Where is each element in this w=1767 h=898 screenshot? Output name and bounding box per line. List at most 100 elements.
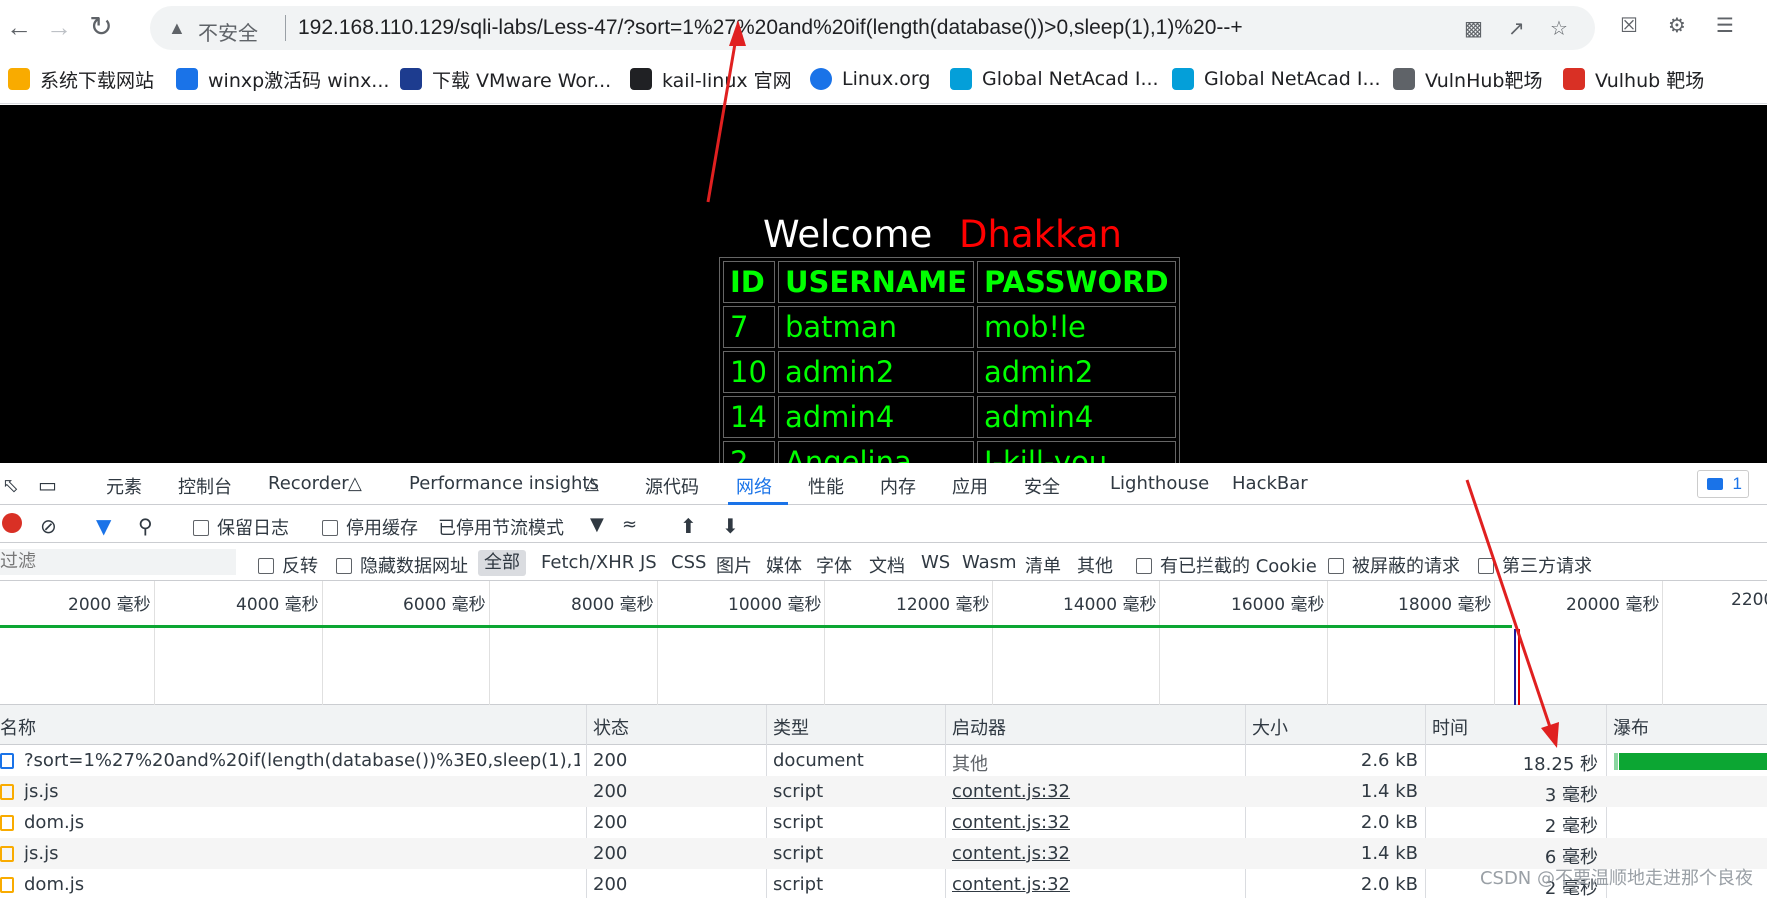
filter-type-xhr[interactable]: Fetch/XHR (541, 552, 634, 573)
bookmark-item[interactable]: 下载 VMware Wor... (400, 66, 611, 92)
bookmark-label: Global NetAcad I... (982, 68, 1159, 90)
extensions-puzzle-icon[interactable]: ⚙ (1668, 13, 1686, 38)
bookmark-item[interactable]: VulnHub靶场 (1393, 66, 1542, 92)
overview-gridline (1662, 581, 1663, 705)
back-icon[interactable]: ← (4, 12, 34, 42)
bookmark-icon (630, 68, 652, 90)
bookmark-item[interactable]: Global NetAcad I... (1172, 66, 1381, 92)
table-cell: admin4 (778, 396, 974, 438)
column-header-waterfall[interactable]: 瀑布 (1613, 714, 1649, 740)
filter-type-all[interactable]: 全部 (478, 550, 526, 576)
column-header-status[interactable]: 状态 (593, 714, 629, 740)
bookmark-item[interactable]: Global NetAcad I... (950, 66, 1159, 92)
filter-type-font[interactable]: 字体 (816, 552, 852, 578)
tab-performance-insights[interactable]: Performance insights (409, 473, 599, 494)
tab-sources[interactable]: 源代码 (645, 473, 699, 499)
checkbox-label: 被屏蔽的请求 (1352, 556, 1460, 577)
filter-icon[interactable]: ▼ (96, 514, 111, 538)
filter-type-js[interactable]: JS (640, 552, 657, 573)
request-initiator-link[interactable]: content.js:32 (952, 781, 1070, 802)
tab-lighthouse[interactable]: Lighthouse (1110, 473, 1209, 494)
users-table: ID USERNAME PASSWORD 7 batman mob!le 10 … (719, 257, 1180, 463)
column-header-time[interactable]: 时间 (1432, 714, 1468, 740)
bookmark-item[interactable]: Vulhub 靶场 (1563, 66, 1704, 92)
network-conditions-icon[interactable]: ≈ (622, 514, 637, 535)
overview-gridline (1159, 581, 1160, 705)
invert-checkbox[interactable]: 反转 (258, 552, 318, 578)
tab-performance[interactable]: 性能 (808, 473, 844, 499)
tab-memory[interactable]: 内存 (880, 473, 916, 499)
bookmark-item[interactable]: Linux.org (810, 66, 930, 92)
request-status: 200 (593, 812, 628, 833)
filter-type-wasm[interactable]: Wasm (962, 552, 1017, 573)
tab-console[interactable]: 控制台 (178, 473, 232, 499)
tab-application[interactable]: 应用 (952, 473, 988, 499)
request-size: 1.4 kB (1360, 843, 1418, 864)
tab-hackbar[interactable]: HackBar (1232, 473, 1308, 494)
hide-data-urls-checkbox[interactable]: 隐藏数据网址 (336, 552, 468, 578)
filter-input[interactable]: 过滤 (0, 549, 236, 575)
chevron-down-icon[interactable]: ▼ (590, 514, 604, 535)
bookmark-item[interactable]: 系统下载网站 (8, 66, 154, 92)
request-time: 3 毫秒 (1544, 785, 1598, 806)
export-har-icon[interactable]: ⬇ (722, 514, 739, 538)
bookmark-item[interactable]: kail-linux 官网 (630, 66, 792, 92)
bookmark-item[interactable]: winxp激活码 winx... (176, 66, 389, 92)
bookmark-icon (176, 68, 198, 90)
inspect-element-icon[interactable]: ⬁ (2, 473, 19, 497)
issues-badge[interactable]: 1 (1697, 470, 1749, 498)
filter-type-css[interactable]: CSS (671, 552, 706, 573)
filter-type-ws[interactable]: WS (921, 552, 950, 573)
request-initiator-link[interactable]: content.js:32 (952, 874, 1070, 895)
column-header-type[interactable]: 类型 (773, 714, 809, 740)
blocked-requests-checkbox[interactable]: 被屏蔽的请求 (1328, 552, 1460, 578)
dom-content-loaded-marker (1514, 629, 1516, 705)
blocked-cookies-checkbox[interactable]: 有已拦截的 Cookie (1136, 552, 1317, 578)
tab-elements[interactable]: 元素 (106, 473, 142, 499)
overview-tick-label: 14000 毫秒 (1063, 595, 1157, 615)
extension-x-icon[interactable]: ☒ (1620, 13, 1638, 38)
request-row[interactable]: js.js 200 script content.js:32 1.4 kB 3 … (0, 776, 1767, 807)
filter-type-media[interactable]: 媒体 (766, 552, 802, 578)
column-header-size[interactable]: 大小 (1252, 714, 1288, 740)
import-har-icon[interactable]: ⬆ (680, 514, 697, 538)
request-type: script (773, 812, 824, 833)
network-overview[interactable]: 2000 毫秒 4000 毫秒 6000 毫秒 8000 毫秒 10000 毫秒… (0, 581, 1767, 705)
checkbox-label: 保留日志 (217, 518, 289, 539)
table-cell: batman (778, 306, 974, 348)
table-cell: 2 (723, 441, 775, 463)
reading-list-icon[interactable]: ☰ (1716, 13, 1734, 38)
record-icon[interactable] (2, 513, 22, 533)
forward-icon[interactable]: → (44, 12, 74, 42)
filter-type-other[interactable]: 其他 (1077, 552, 1113, 578)
request-type: script (773, 843, 824, 864)
request-initiator-link[interactable]: content.js:32 (952, 812, 1070, 833)
device-toolbar-icon[interactable]: ▭ (38, 473, 57, 497)
request-row[interactable]: dom.js 200 script content.js:32 2.0 kB 2… (0, 807, 1767, 838)
throttling-select[interactable]: 已停用节流模式 (438, 514, 564, 540)
bookmark-star-icon[interactable]: ☆ (1550, 16, 1568, 41)
filter-type-img[interactable]: 图片 (716, 552, 752, 578)
column-header-name[interactable]: 名称 (0, 714, 36, 740)
filter-type-doc[interactable]: 文档 (869, 552, 905, 578)
request-row[interactable]: ?sort=1%27%20and%20if(length(database())… (0, 745, 1767, 776)
request-size: 2.0 kB (1360, 874, 1418, 895)
request-type: script (773, 874, 824, 895)
share-icon[interactable]: ↗ (1508, 16, 1525, 41)
tab-recorder[interactable]: Recorder (268, 473, 349, 494)
disable-cache-checkbox[interactable]: 停用缓存 (322, 514, 418, 540)
address-bar[interactable]: ▲ 不安全 192.168.110.129/sqli-labs/Less-47/… (150, 6, 1595, 50)
filter-type-manifest[interactable]: 清单 (1025, 552, 1061, 578)
tab-network[interactable]: 网络 (736, 473, 772, 499)
request-initiator-link[interactable]: content.js:32 (952, 843, 1070, 864)
url-text[interactable]: 192.168.110.129/sqli-labs/Less-47/?sort=… (298, 16, 1243, 40)
clear-icon[interactable]: ⊘ (40, 514, 57, 538)
translate-icon[interactable]: ▩ (1464, 16, 1483, 41)
tab-security[interactable]: 安全 (1024, 473, 1060, 499)
third-party-checkbox[interactable]: 第三方请求 (1478, 552, 1592, 578)
column-header-initiator[interactable]: 启动器 (952, 714, 1006, 740)
request-time: 2 毫秒 (1544, 816, 1598, 837)
preserve-log-checkbox[interactable]: 保留日志 (193, 514, 289, 540)
reload-icon[interactable]: ↻ (86, 12, 116, 42)
search-icon[interactable]: ⚲ (138, 514, 153, 538)
